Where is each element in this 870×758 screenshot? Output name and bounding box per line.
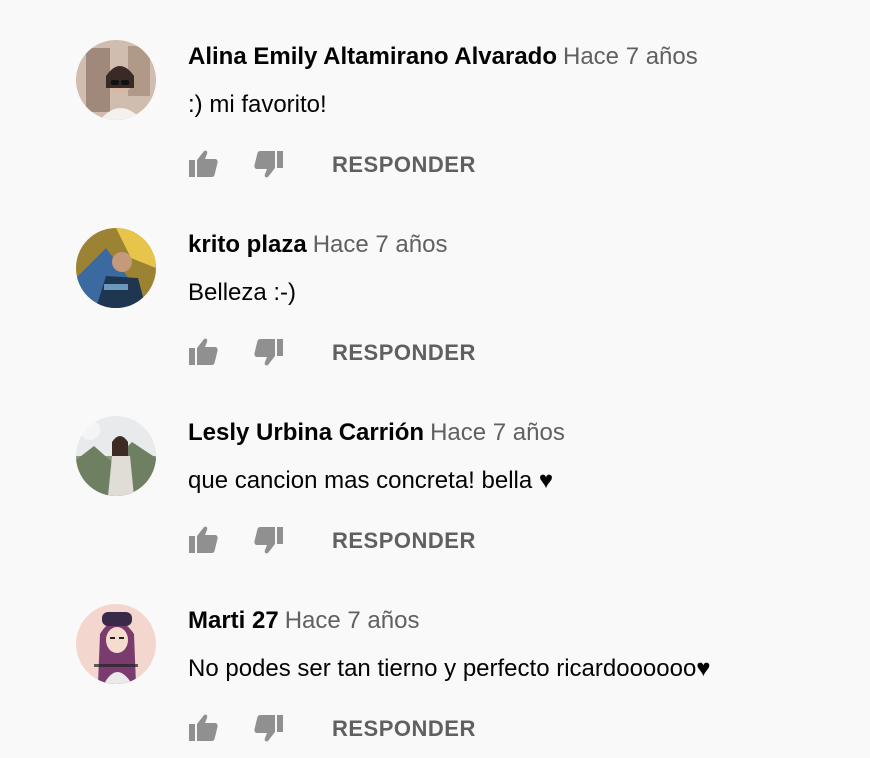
- like-button[interactable]: [186, 146, 222, 182]
- comment-timestamp[interactable]: Hace 7 años: [563, 43, 698, 70]
- comment-header: Marti 27 Hace 7 años: [188, 606, 419, 636]
- comment-text: que cancion mas concreta! bella ♥: [188, 467, 554, 494]
- comment-author[interactable]: Alina Emily Altamirano Alvarado: [188, 43, 557, 70]
- reply-button[interactable]: RESPONDER: [332, 714, 476, 744]
- thumbs-down-icon: [254, 339, 283, 366]
- comment-header: Lesly Urbina Carrión Hace 7 años: [188, 418, 565, 448]
- dislike-button[interactable]: [250, 146, 286, 182]
- avatar-image: [76, 604, 156, 684]
- avatar-image: [76, 416, 156, 496]
- comment-text: :) mi favorito!: [188, 91, 327, 118]
- comment-thread: krito plaza Hace 7 años Belleza :-) RESPO…: [0, 188, 870, 376]
- thumbs-down-icon: [254, 151, 283, 178]
- comments-section: Alina Emily Altamirano Alvarado Hace 7 añ…: [0, 0, 870, 758]
- avatar[interactable]: [76, 40, 156, 120]
- reply-button[interactable]: RESPONDER: [332, 526, 476, 556]
- like-button[interactable]: [186, 334, 222, 370]
- reply-button[interactable]: RESPONDER: [332, 150, 476, 180]
- avatar[interactable]: [76, 228, 156, 308]
- comment-text: Belleza :-): [188, 279, 297, 306]
- thumbs-up-icon: [189, 526, 218, 553]
- comment-text: No podes ser tan tierno y perfecto ricar…: [188, 655, 711, 682]
- avatar[interactable]: [76, 604, 156, 684]
- thumbs-up-icon: [189, 338, 218, 365]
- comment-timestamp[interactable]: Hace 7 años: [285, 607, 420, 634]
- like-button[interactable]: [186, 522, 222, 558]
- like-button[interactable]: [186, 710, 222, 746]
- thumbs-up-icon: [189, 150, 218, 177]
- comment-author[interactable]: Marti 27: [188, 607, 279, 634]
- comment-timestamp[interactable]: Hace 7 años: [430, 419, 565, 446]
- thumbs-down-icon: [254, 715, 283, 742]
- comment-thread: Alina Emily Altamirano Alvarado Hace 7 añ…: [0, 0, 870, 188]
- avatar[interactable]: [76, 416, 156, 496]
- thumbs-down-icon: [254, 527, 283, 554]
- comment-timestamp[interactable]: Hace 7 años: [313, 231, 448, 258]
- avatar-image: [76, 228, 156, 308]
- comment-header: krito plaza Hace 7 años: [188, 230, 447, 260]
- dislike-button[interactable]: [250, 710, 286, 746]
- dislike-button[interactable]: [250, 522, 286, 558]
- avatar-image: [76, 40, 156, 120]
- thumbs-up-icon: [189, 714, 218, 741]
- comment-thread: Lesly Urbina Carrión Hace 7 años que canc…: [0, 376, 870, 564]
- comment-author[interactable]: Lesly Urbina Carrión: [188, 419, 424, 446]
- dislike-button[interactable]: [250, 334, 286, 370]
- comment-thread: Marti 27 Hace 7 años No podes ser tan tie…: [0, 564, 870, 752]
- comment-author[interactable]: krito plaza: [188, 231, 307, 258]
- comment-header: Alina Emily Altamirano Alvarado Hace 7 añ…: [188, 42, 698, 72]
- reply-button[interactable]: RESPONDER: [332, 338, 476, 368]
